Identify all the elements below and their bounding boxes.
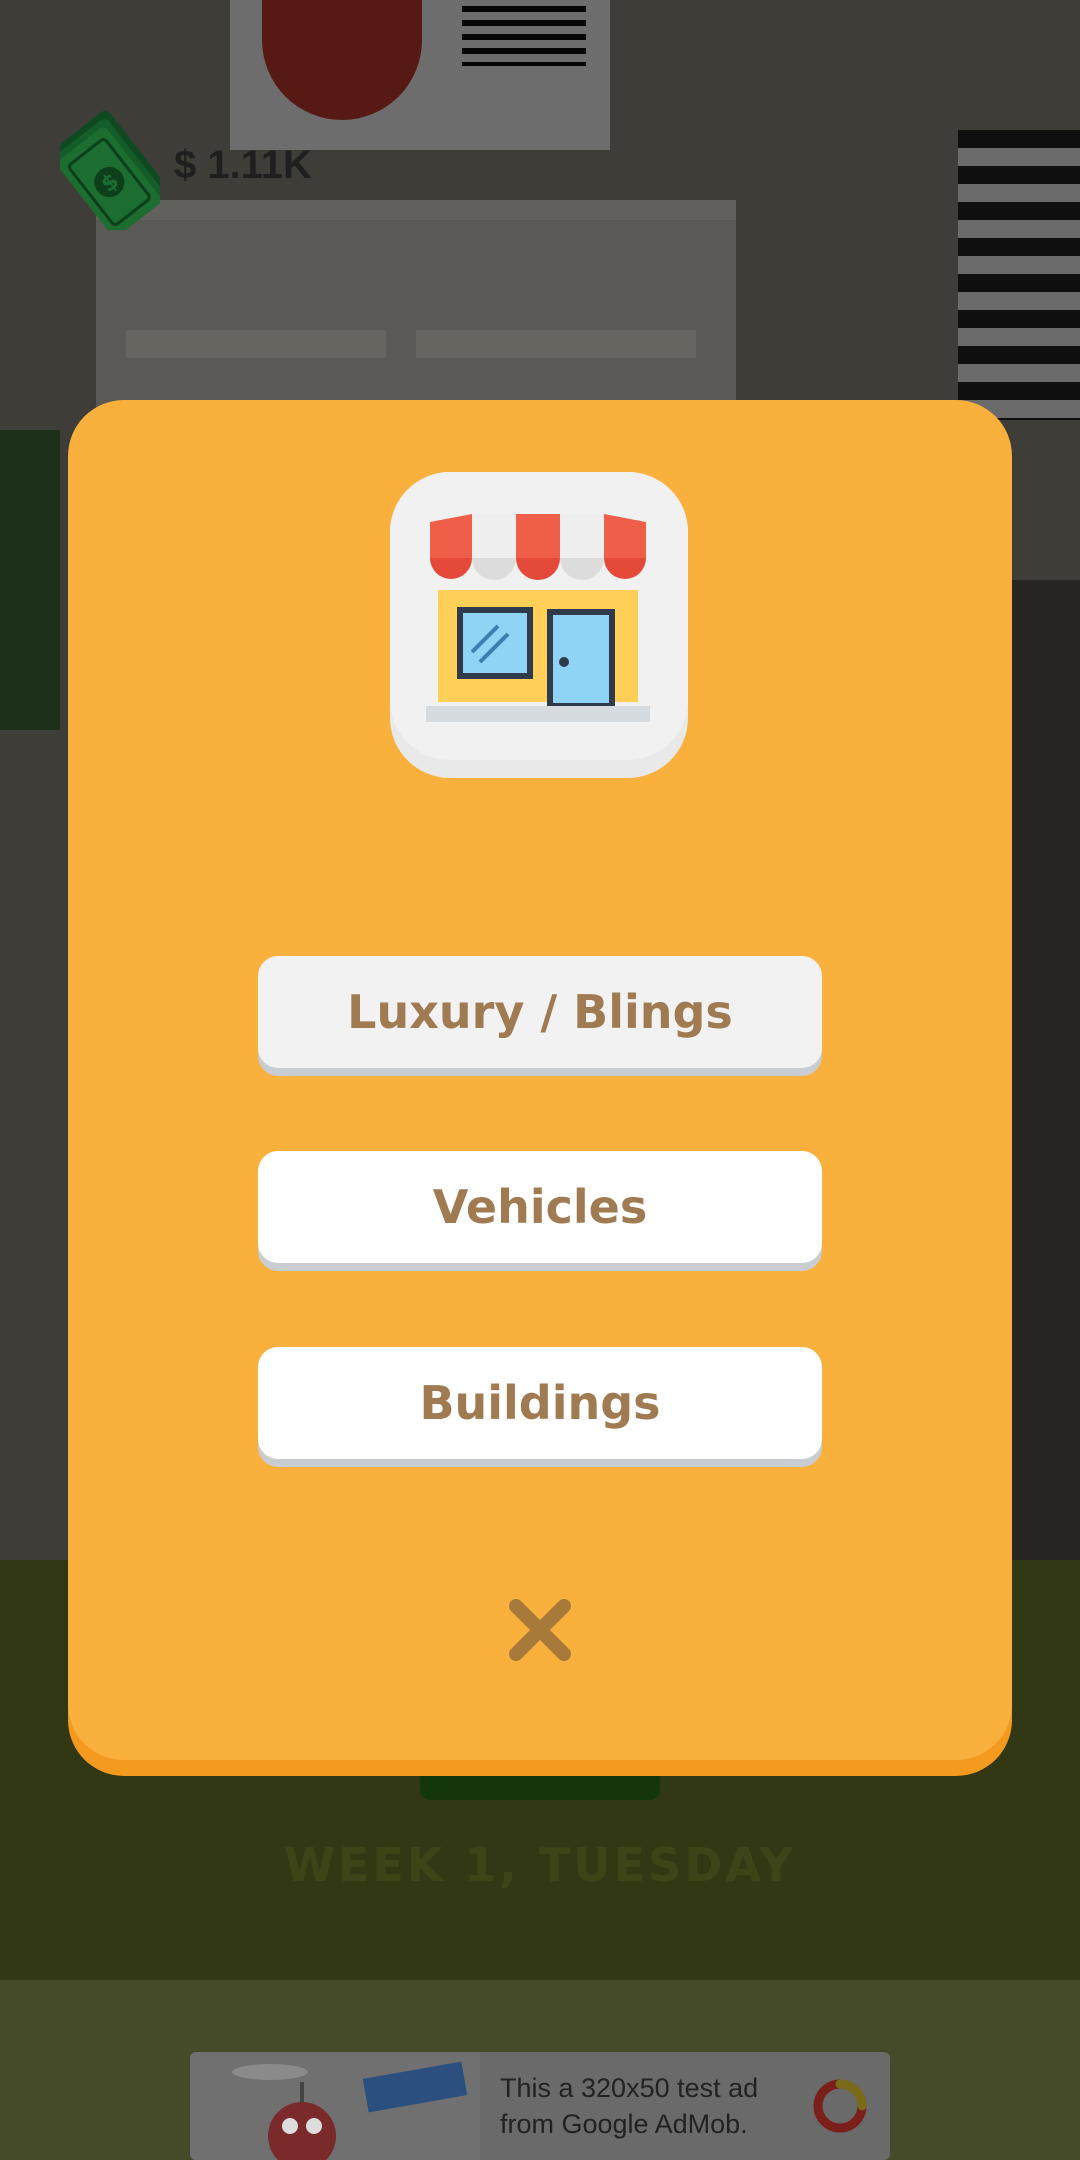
close-x-icon[interactable]	[506, 1596, 574, 1664]
cash-bill-icon: $	[60, 100, 160, 230]
ad-text-line-1: This a 320x50 test ad	[500, 2073, 759, 2103]
money-display: $ $ 1.11K	[60, 100, 312, 230]
shop-category-modal: Luxury / Blings Vehicles Buildings	[68, 400, 1012, 1760]
buildings-button[interactable]: Buildings	[258, 1347, 822, 1459]
money-amount: $ 1.11K	[174, 142, 312, 187]
admob-logo-icon	[813, 2079, 867, 2133]
vehicles-button[interactable]: Vehicles	[258, 1151, 822, 1263]
ad-monster-art	[190, 2052, 480, 2160]
shop-storefront-icon	[390, 472, 688, 778]
luxury-blings-button[interactable]: Luxury / Blings	[258, 956, 822, 1068]
week-day-label: WEEK 1, TUESDAY	[284, 1838, 796, 1892]
ad-text-line-2: from Google AdMob.	[500, 2109, 748, 2139]
ad-banner[interactable]: This a 320x50 test ad from Google AdMob.	[190, 2052, 890, 2160]
ad-text: This a 320x50 test ad from Google AdMob.	[500, 2070, 810, 2142]
